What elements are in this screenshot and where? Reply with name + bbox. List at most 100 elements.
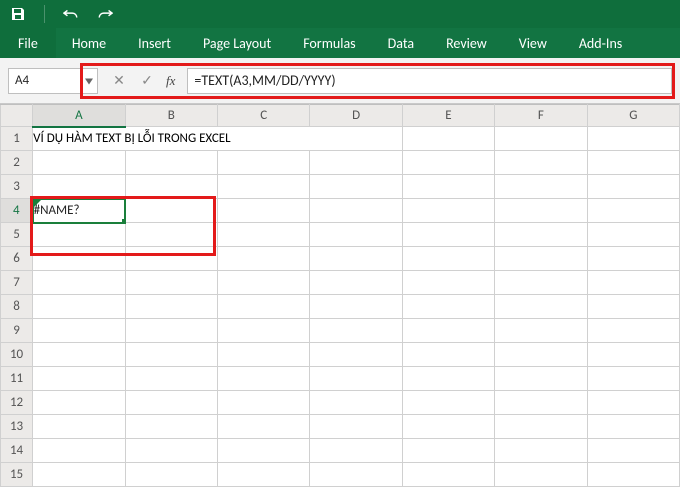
cell[interactable]	[33, 175, 125, 199]
cell[interactable]	[495, 127, 587, 151]
cell[interactable]	[217, 199, 309, 223]
cell[interactable]	[587, 319, 679, 343]
row-header[interactable]: 7	[1, 271, 33, 295]
cell[interactable]	[217, 151, 309, 175]
col-header-b[interactable]: B	[125, 105, 217, 127]
cell[interactable]	[310, 463, 402, 487]
cell[interactable]	[495, 319, 587, 343]
col-header-c[interactable]: C	[217, 105, 309, 127]
cell[interactable]	[587, 391, 679, 415]
cell[interactable]	[33, 439, 125, 463]
cell[interactable]	[402, 319, 494, 343]
cell[interactable]	[217, 391, 309, 415]
select-all-corner[interactable]	[1, 105, 33, 127]
formula-bar[interactable]: =TEXT(A3,MM/DD/YYYY)	[187, 68, 672, 94]
col-header-f[interactable]: F	[495, 105, 587, 127]
cell[interactable]	[310, 271, 402, 295]
col-header-g[interactable]: G	[587, 105, 679, 127]
cell[interactable]	[587, 367, 679, 391]
cell[interactable]	[402, 415, 494, 439]
tab-file[interactable]: File	[0, 28, 56, 58]
cell[interactable]	[587, 151, 679, 175]
row-header[interactable]: 12	[1, 391, 33, 415]
cell[interactable]	[310, 247, 402, 271]
row-header[interactable]: 5	[1, 223, 33, 247]
cell[interactable]	[217, 343, 309, 367]
cell[interactable]	[125, 223, 217, 247]
cell[interactable]	[495, 151, 587, 175]
cell[interactable]	[402, 271, 494, 295]
save-icon[interactable]	[10, 6, 26, 22]
cell[interactable]	[33, 367, 125, 391]
cell[interactable]	[310, 319, 402, 343]
name-box[interactable]: A4	[8, 68, 98, 94]
cell[interactable]	[402, 199, 494, 223]
tab-addins[interactable]: Add-Ins	[563, 28, 638, 58]
cell[interactable]	[402, 295, 494, 319]
merged-title-cell[interactable]: VÍ DỤ HÀM TEXT BỊ LỖI TRONG EXCEL	[33, 127, 403, 151]
cell[interactable]	[310, 175, 402, 199]
cell[interactable]	[310, 295, 402, 319]
cell[interactable]	[33, 343, 125, 367]
cell[interactable]	[33, 463, 125, 487]
cell[interactable]	[495, 391, 587, 415]
cell[interactable]	[125, 175, 217, 199]
cell[interactable]	[402, 391, 494, 415]
cell[interactable]	[33, 151, 125, 175]
tab-home[interactable]: Home	[56, 28, 122, 58]
fx-icon[interactable]: fx	[166, 73, 175, 89]
cell[interactable]	[587, 463, 679, 487]
col-header-d[interactable]: D	[310, 105, 402, 127]
cell[interactable]	[310, 223, 402, 247]
cell[interactable]	[402, 127, 494, 151]
cell[interactable]	[310, 367, 402, 391]
cell[interactable]	[495, 463, 587, 487]
cell[interactable]	[217, 223, 309, 247]
spreadsheet-grid[interactable]: A B C D E F G 1VÍ DỤ HÀM TEXT BỊ LỖI TRO…	[0, 104, 680, 487]
row-header[interactable]: 8	[1, 295, 33, 319]
cell[interactable]	[33, 415, 125, 439]
cell[interactable]	[33, 247, 125, 271]
cell[interactable]	[33, 391, 125, 415]
cell[interactable]	[125, 463, 217, 487]
cell[interactable]	[402, 343, 494, 367]
cell[interactable]	[217, 439, 309, 463]
row-header[interactable]: 14	[1, 439, 33, 463]
col-header-e[interactable]: E	[402, 105, 494, 127]
row-header[interactable]: 13	[1, 415, 33, 439]
row-header[interactable]: 11	[1, 367, 33, 391]
cell[interactable]	[402, 463, 494, 487]
cell[interactable]	[495, 295, 587, 319]
col-header-a[interactable]: A	[33, 105, 125, 127]
cell[interactable]	[33, 271, 125, 295]
cell[interactable]	[495, 439, 587, 463]
cell[interactable]	[125, 247, 217, 271]
cell[interactable]	[33, 223, 125, 247]
tab-formulas[interactable]: Formulas	[287, 28, 371, 58]
cell[interactable]	[587, 343, 679, 367]
cell[interactable]	[310, 151, 402, 175]
cell[interactable]	[495, 223, 587, 247]
cell[interactable]	[125, 343, 217, 367]
row-header[interactable]: 3	[1, 175, 33, 199]
row-header[interactable]: 9	[1, 319, 33, 343]
cell[interactable]	[402, 151, 494, 175]
cell[interactable]	[495, 175, 587, 199]
cell[interactable]	[125, 319, 217, 343]
cell[interactable]	[217, 247, 309, 271]
cell[interactable]	[587, 247, 679, 271]
cell[interactable]	[125, 199, 217, 223]
cell[interactable]	[495, 199, 587, 223]
tab-data[interactable]: Data	[372, 28, 430, 58]
cell[interactable]	[217, 319, 309, 343]
row-header[interactable]: 4	[1, 199, 33, 223]
cell[interactable]	[217, 295, 309, 319]
cell[interactable]	[125, 367, 217, 391]
cell[interactable]	[310, 415, 402, 439]
cell[interactable]	[402, 247, 494, 271]
cell[interactable]	[495, 367, 587, 391]
undo-icon[interactable]	[63, 6, 79, 22]
cell[interactable]	[125, 271, 217, 295]
fill-handle[interactable]	[122, 219, 126, 223]
cell[interactable]	[587, 295, 679, 319]
